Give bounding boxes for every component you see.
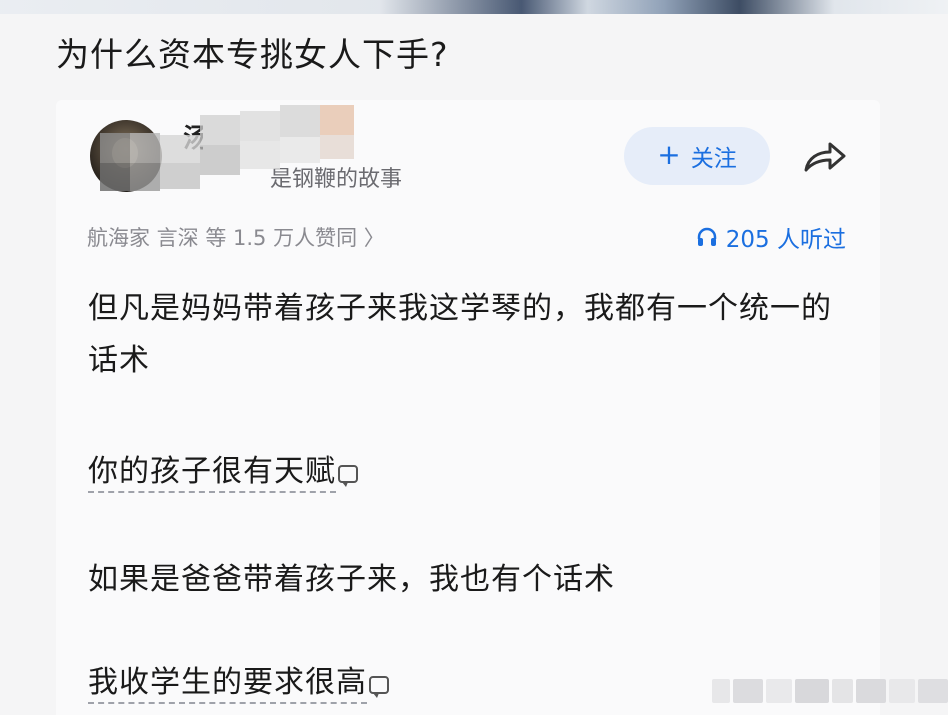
listen-count-label: 205 人听过 (725, 227, 846, 253)
top-banner-image (0, 0, 948, 14)
paragraph-3: 如果是爸爸带着孩子来，我也有个话术 (88, 562, 615, 597)
privacy-mosaic (100, 105, 360, 195)
headphones-icon (697, 227, 717, 246)
plus-icon: + (657, 138, 681, 171)
answer-page: 为什么资本专挑女人下手? 汤汤 是钢鞭的故事 + 关注 航海家 言深 等 1.5… (0, 0, 948, 715)
paragraph-4: 我收学生的要求很高 (88, 657, 389, 709)
annotated-text[interactable]: 我收学生的要求很高 (88, 665, 367, 704)
question-title[interactable]: 为什么资本专挑女人下手? (56, 28, 449, 76)
comment-icon[interactable] (338, 465, 358, 487)
listen-count[interactable]: 205 人听过 (696, 220, 846, 254)
watermark-blur (712, 676, 948, 706)
follow-button[interactable]: + 关注 (624, 127, 770, 185)
annotated-text[interactable]: 你的孩子很有天赋 (88, 454, 336, 493)
paragraph-1: 但凡是妈妈带着孩子来我这学琴的，我都有一个统一的话术 (88, 291, 832, 378)
follow-label: 关注 (690, 146, 737, 172)
upvoters-row[interactable]: 航海家 言深 等 1.5 万人赞同 〉 (87, 222, 385, 252)
paragraph-2: 你的孩子很有天赋 (88, 446, 358, 498)
share-arrow-icon[interactable] (800, 138, 848, 176)
comment-icon[interactable] (369, 676, 389, 698)
